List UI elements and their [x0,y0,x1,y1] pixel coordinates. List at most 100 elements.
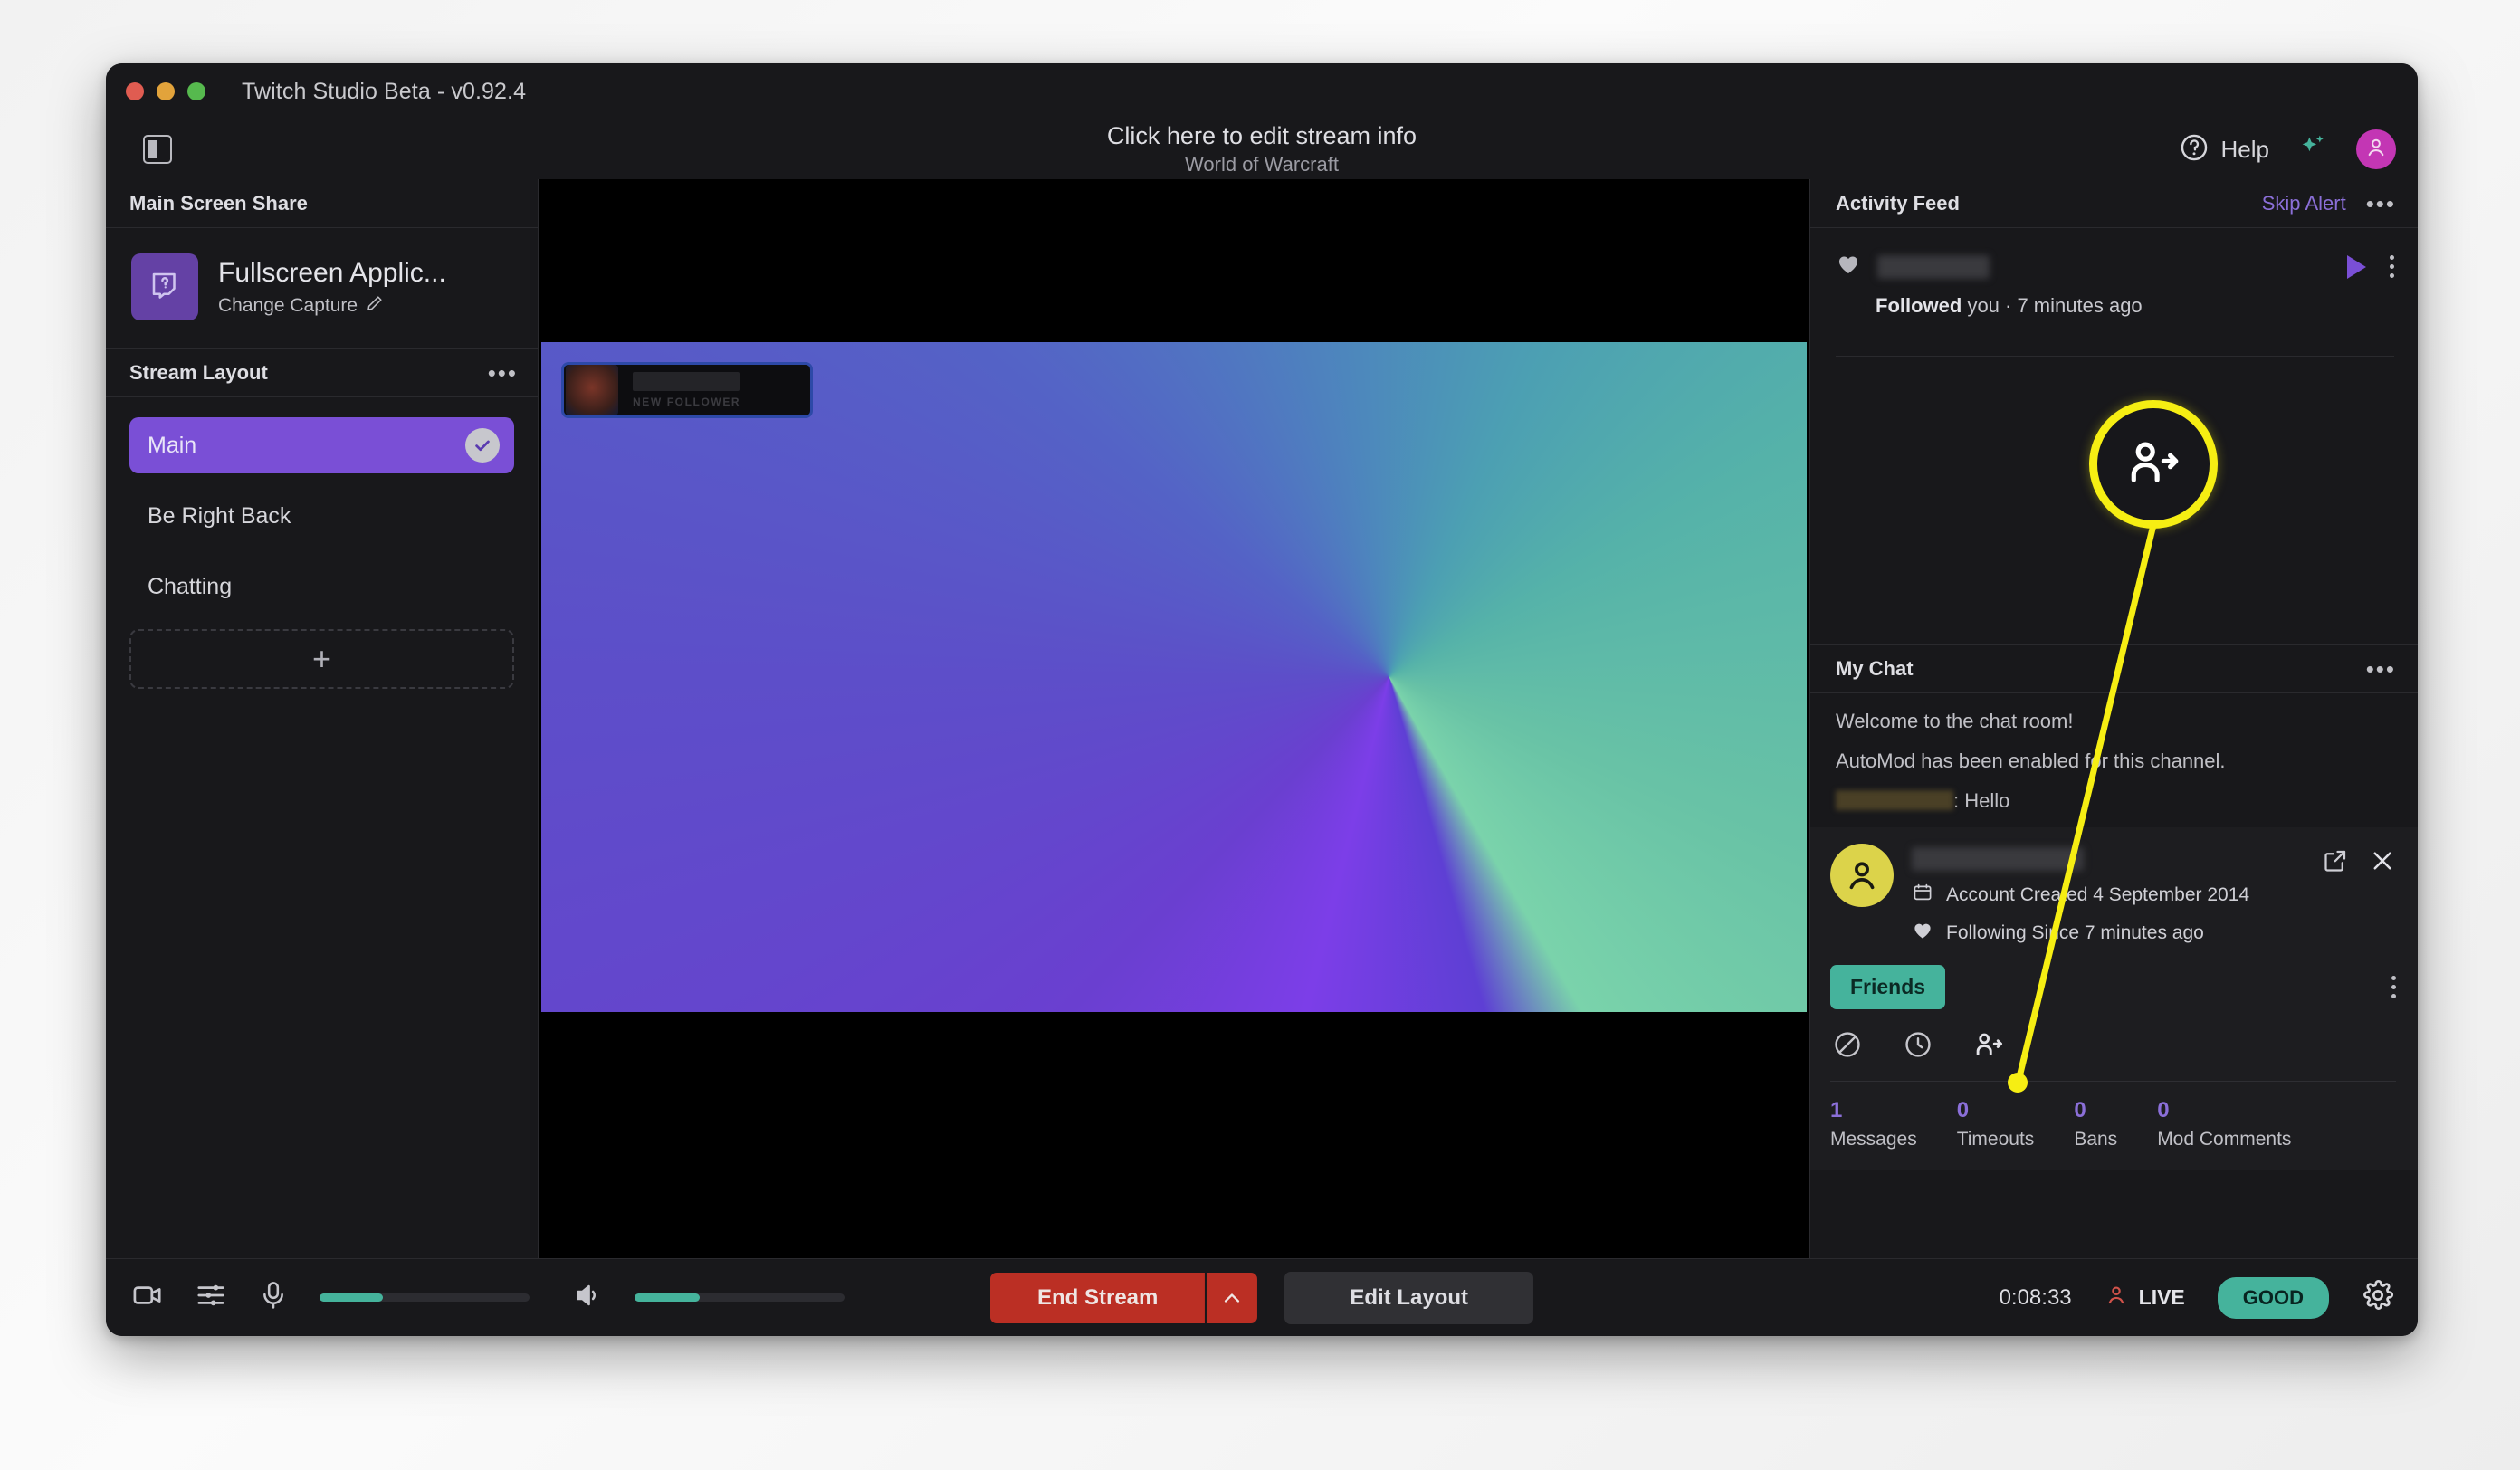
edit-layout-button[interactable]: Edit Layout [1284,1271,1534,1324]
title-bar: Twitch Studio Beta - v0.92.4 [106,63,2418,119]
speaker-icon[interactable] [573,1280,604,1315]
stream-layout-header: Stream Layout ••• [106,348,538,397]
layout-item-label: Be Right Back [148,502,291,529]
layout-item-label: Chatting [148,573,233,599]
viewer-stats-row: 1 Messages 0 Timeouts 0 Bans 0 Mod Comme… [1810,1082,2418,1170]
help-label: Help [2220,135,2269,163]
activity-feed-list: Followed you · 7 minutes ago [1810,228,2418,644]
activity-feed-item[interactable]: Followed you · 7 minutes ago [1810,228,2418,338]
stat-value: 0 [1956,1098,1970,1122]
viewer-avatar [1830,844,1894,907]
mixer-settings-icon[interactable] [195,1279,227,1316]
user-icon [2364,136,2388,164]
viewer-card-more-icon[interactable] [2391,976,2396,998]
camera-icon[interactable] [131,1279,164,1316]
main-content-row: Main Screen Share Fullscreen Applic... C… [106,179,2418,1258]
avatar[interactable] [2356,129,2396,169]
stream-info-block: Click here to edit stream info World of … [106,120,2418,178]
layout-item-be-right-back[interactable]: Be Right Back [129,488,514,544]
end-stream-label: End Stream [989,1272,1206,1323]
sparkle-icon[interactable] [2296,131,2329,168]
microphone-icon[interactable] [258,1280,289,1315]
viewer-card-info: Account Created 4 September 2014 Followi… [1912,844,2304,947]
stat-value: 0 [2157,1098,2170,1122]
activity-feed-title: Activity Feed [1836,191,1960,215]
end-stream-button[interactable]: End Stream [989,1272,1258,1323]
following-since-row: Following Since 7 minutes ago [1912,920,2304,947]
calendar-icon [1912,882,1933,909]
left-sidebar: Main Screen Share Fullscreen Applic... C… [106,179,539,1258]
stat-messages: 1 Messages [1830,1098,1917,1150]
capture-source-name: Fullscreen Applic... [218,258,446,288]
stream-preview[interactable]: NEW FOLLOWER [539,179,1809,1258]
viewer-card-top: Account Created 4 September 2014 Followi… [1810,827,2418,959]
account-created-label: Account Created 4 September 2014 [1946,884,2250,905]
live-status: LIVE [2105,1284,2185,1312]
chat-system-message: Welcome to the chat room! [1836,710,2074,732]
change-capture-button[interactable]: Change Capture [218,294,446,318]
skip-alert-button[interactable]: Skip Alert [2262,192,2346,215]
feed-divider [1836,356,2394,357]
bottom-left-controls [131,1279,845,1316]
live-label: LIVE [2138,1285,2185,1309]
feed-item-text: Followed you · 7 minutes ago [1876,294,2394,318]
maximize-window-button[interactable] [187,82,205,100]
friends-badge[interactable]: Friends [1830,965,1946,1009]
stream-layout-title: Stream Layout [129,361,268,384]
alert-username-redacted [633,372,740,391]
chat-message-text: : Hello [1953,789,2010,812]
close-window-button[interactable] [126,82,144,100]
window-controls [126,82,205,100]
add-person-icon[interactable] [1973,1029,2004,1064]
my-chat-more-icon[interactable]: ••• [2366,657,2396,681]
mic-volume-slider[interactable] [320,1293,530,1302]
feed-item-more-icon[interactable] [2390,255,2394,278]
stat-value: 1 [1830,1098,1843,1122]
alert-text-block: NEW FOLLOWER [620,372,810,408]
chat-user-message: : Hello [1810,773,2418,813]
feed-item-action-rest: you · 7 minutes ago [1962,294,2143,317]
heart-icon [1836,252,1861,282]
layout-item-main[interactable]: Main [129,417,514,473]
follower-alert-overlay: NEW FOLLOWER [561,362,813,418]
help-circle-icon [2179,132,2210,167]
screen-share-title: Main Screen Share [129,191,308,215]
chat-username-redacted[interactable] [1836,790,1953,810]
viewer-info-card: Account Created 4 September 2014 Followi… [1810,827,2418,1170]
ban-icon[interactable] [1832,1029,1863,1064]
close-icon[interactable] [2369,847,2396,879]
stream-timer: 0:08:33 [1999,1284,2072,1310]
end-stream-caret-icon[interactable] [1205,1272,1258,1323]
layout-item-chatting[interactable]: Chatting [129,558,514,615]
desktop-volume-slider[interactable] [635,1293,845,1302]
minimize-window-button[interactable] [157,82,175,100]
activity-feed-more-icon[interactable]: ••• [2366,192,2396,215]
mod-action-icons [1810,1009,2418,1081]
mic-volume-fill [320,1293,383,1302]
change-capture-label: Change Capture [218,295,358,316]
stat-bans: 0 Bans [2074,1098,2117,1150]
heart-icon [1912,920,1933,947]
stream-health-badge[interactable]: GOOD [2217,1276,2329,1319]
active-check-badge [465,428,500,463]
viewer-count-icon [2105,1284,2128,1312]
alert-avatar-image [566,365,618,415]
replay-alert-icon[interactable] [2347,254,2366,279]
right-panel: Activity Feed Skip Alert ••• Followed yo… [1809,179,2418,1258]
open-external-icon[interactable] [2322,847,2349,879]
stream-layout-more-icon[interactable]: ••• [488,361,518,385]
help-button[interactable]: Help [2179,132,2269,167]
stat-timeouts: 0 Timeouts [1957,1098,2035,1150]
app-title: Twitch Studio Beta - v0.92.4 [242,78,527,104]
gear-icon[interactable] [2362,1279,2394,1316]
timeout-clock-icon[interactable] [1903,1029,1933,1064]
activity-feed-header: Activity Feed Skip Alert ••• [1810,179,2418,228]
chat-system-message: AutoMod has been enabled for this channe… [1836,749,2226,772]
stat-mod-comments: 0 Mod Comments [2157,1098,2291,1150]
capture-source-row[interactable]: Fullscreen Applic... Change Capture [106,228,538,348]
twitch-glitch-icon [148,269,181,306]
edit-stream-info-link[interactable]: Click here to edit stream info [106,120,2418,151]
following-since-label: Following Since 7 minutes ago [1946,922,2204,943]
add-layout-button[interactable]: + [129,629,514,689]
screen-share-header: Main Screen Share [106,179,538,228]
